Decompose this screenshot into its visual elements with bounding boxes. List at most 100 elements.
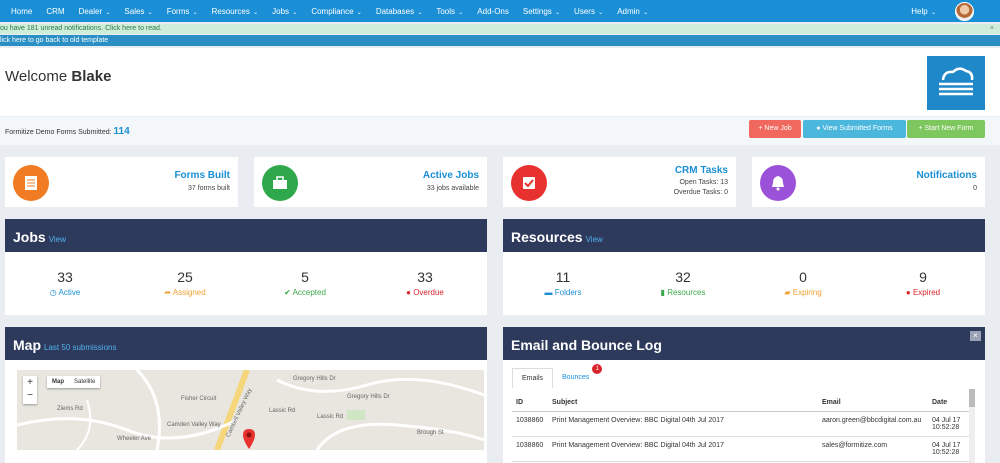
stat-value: 33 [57,269,73,285]
map-panel: Map Last 50 submissions Gregory Hills Dr … [5,327,487,463]
card-title[interactable]: Forms Built [174,170,230,181]
stat-label-text: Folders [554,288,582,297]
notification-banner[interactable]: ou have 181 unread notifications. Click … [0,24,1000,34]
card-subtext: 33 jobs available [426,185,479,192]
nav-help[interactable]: Help ⌄ [904,7,943,16]
jobs-view-link[interactable]: View [49,235,66,244]
stat-label: ● Overdue [375,288,475,297]
map-marker-icon[interactable] [242,428,256,450]
card-active-jobs[interactable]: Active Jobs 33 jobs available [254,157,487,207]
stat-value: 33 [417,269,433,285]
scrollbar-thumb[interactable] [969,389,975,407]
table-scrollbar[interactable] [969,389,975,463]
street-label: Gregory Hills Dr [293,376,336,382]
jobs-panel-header: Jobs View [5,219,487,252]
nav-item-tools[interactable]: Tools ⌄ [429,7,470,16]
stat-label-text: Assigned [172,288,206,297]
close-icon[interactable]: × [990,24,994,34]
close-icon[interactable]: × [970,331,981,341]
forms-submitted-label: Formitize Demo Forms Submitted: [5,129,112,136]
card-crm-tasks[interactable]: CRM Tasks Open Tasks: 13 Overdue Tasks: … [503,157,736,207]
resources-stat-expiring[interactable]: 0 ▰ Expiring [753,269,853,297]
stat-icon: ➦ [164,288,171,297]
resources-stat-folders[interactable]: 11 ▬ Folders [513,269,613,297]
nav-item-forms[interactable]: Forms ⌄ [160,7,205,16]
map-subtitle-link[interactable]: Last 50 submissions [44,343,116,352]
zoom-in-button[interactable]: + [23,376,37,389]
resources-stat-resources[interactable]: 32 ▮ Resources [633,269,733,297]
table-row[interactable]: 1038860 Print Management Overview: BBC Di… [512,411,972,437]
nav-item-add-ons[interactable]: Add-Ons [470,7,516,16]
resources-title: Resources [511,229,583,245]
cell-subject: Print Management Overview: BBC Digital 0… [548,411,818,437]
nav-item-jobs[interactable]: Jobs ⌄ [265,7,304,16]
map-panel-header: Map Last 50 submissions [5,327,487,360]
jobs-stat-accepted[interactable]: 5 ✔ Accepted [255,269,355,297]
briefcase-icon [262,165,298,201]
nav-item-dealer[interactable]: Dealer ⌄ [72,7,118,16]
avatar[interactable] [955,1,974,21]
stat-value: 11 [555,269,571,285]
nav-item-users[interactable]: Users ⌄ [567,7,610,16]
nav-item-databases[interactable]: Databases ⌄ [369,7,430,16]
nav-item-label: Databases [375,6,415,16]
tab-emails[interactable]: Emails [512,368,554,388]
nav-item-label: Settings [522,6,552,16]
card-forms-built[interactable]: Forms Built 37 forms built [5,157,238,207]
chevron-down-icon: ⌄ [356,9,362,16]
card-title[interactable]: Notifications [916,170,977,181]
document-icon [13,165,49,201]
nav-item-settings[interactable]: Settings ⌄ [516,7,567,16]
resources-panel-header: Resources View [503,219,985,252]
street-label: Gregory Hills Dr [347,394,390,400]
jobs-stat-assigned[interactable]: 25 ➦ Assigned [135,269,235,297]
notification-text[interactable]: ou have 181 unread notifications. Click … [0,25,162,32]
map-type-map[interactable]: Map [47,376,69,388]
street-label: Fisher Circuit [181,396,217,402]
jobs-stat-active[interactable]: 33 ◷ Active [15,269,115,297]
card-title[interactable]: CRM Tasks [675,165,728,176]
jobs-panel: Jobs View 33 ◷ Active 25 ➦ Assigned 5 ✔ Accept… [5,219,487,315]
tab-bounces-label: Bounces [562,374,590,381]
email-log-title: Email and Bounce Log [511,337,662,353]
col-email: Email [818,394,928,412]
forms-submitted-count: 114 [113,126,130,137]
stat-label-text: Active [58,288,81,297]
welcome-section: Welcome Blake [0,48,1000,116]
nav-item-label: Dealer [78,6,103,16]
nav-item-home[interactable]: Home [4,7,39,16]
nav-item-label: CRM [46,6,65,16]
map-view[interactable]: Gregory Hills Dr Fisher Circuit Cambell … [17,370,484,450]
table-row[interactable]: 1038860 Print Management Overview: BBC Di… [512,436,972,462]
nav-item-compliance[interactable]: Compliance ⌄ [304,7,369,16]
stat-label-text: Resources [667,288,706,297]
view-submitted-forms-button[interactable]: ● View Submitted Forms [803,120,906,138]
cloud-icon [939,67,974,96]
nav-item-label: Admin [617,6,640,16]
stat-label: ● Expired [873,288,973,297]
email-tabs: Emails Bounces 1 [512,364,603,388]
email-log-table: ID Subject Email Date 1038860 Print Manag… [512,394,972,462]
stat-icon: ● [406,288,411,297]
nav-item-sales[interactable]: Sales ⌄ [117,7,159,16]
start-new-form-button[interactable]: + Start New Form [907,120,985,138]
nav-item-admin[interactable]: Admin ⌄ [610,7,655,16]
new-job-button[interactable]: + New Job [749,120,801,138]
card-notifications[interactable]: Notifications 0 [752,157,985,207]
stat-label-text: Overdue [413,288,444,297]
chevron-down-icon: ⌄ [555,9,561,16]
map-type-satellite[interactable]: Satellite [69,376,100,388]
stat-value: 25 [177,269,193,285]
chevron-down-icon: ⌄ [253,9,259,16]
old-template-link[interactable]: lick here to go back to old template [0,35,1000,46]
nav-item-crm[interactable]: CRM [39,7,71,16]
zoom-out-button[interactable]: − [23,389,37,402]
col-subject: Subject [548,394,818,412]
resources-view-link[interactable]: View [586,235,603,244]
card-title[interactable]: Active Jobs [423,170,479,181]
resources-stat-expired[interactable]: 9 ● Expired [873,269,973,297]
nav-item-resources[interactable]: Resources ⌄ [205,7,266,16]
jobs-stat-overdue[interactable]: 33 ● Overdue [375,269,475,297]
tab-bounces[interactable]: Bounces 1 [553,364,603,388]
stat-label-text: Expiring [792,288,822,297]
